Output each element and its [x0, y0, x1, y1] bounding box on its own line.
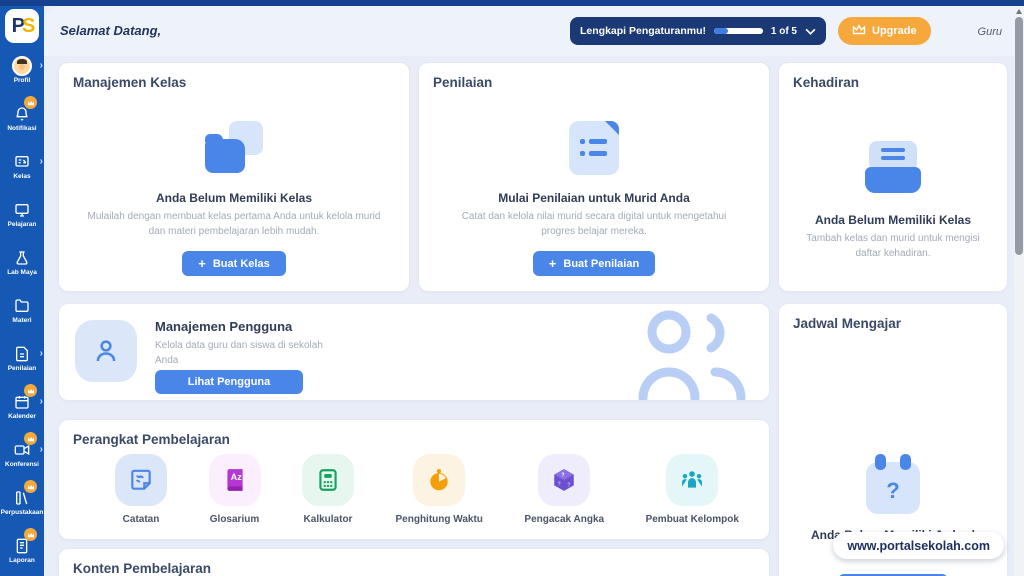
card-penilaian: Penilaian Mulai Penilaian untuk Murid An… — [418, 62, 770, 292]
profile-avatar — [12, 57, 32, 75]
attendance-tray-icon — [865, 141, 921, 193]
sidebar-item-notifikasi[interactable]: Notifikasi — [0, 100, 44, 136]
schedule-question-icon: ? — [866, 462, 920, 514]
chevron-right-icon: › — [40, 156, 43, 167]
top-accent-strip — [0, 0, 1024, 6]
sidebar: PS › Profil Notifikasi › Kelas Pelajaran — [0, 0, 44, 576]
premium-crown-badge — [24, 96, 37, 109]
glossary-icon: Az — [209, 454, 261, 506]
sidebar-item-laporan[interactable]: Laporan — [0, 532, 44, 568]
premium-crown-badge — [24, 480, 37, 493]
upgrade-label: Upgrade — [872, 25, 917, 37]
tools-row: Catatan Az Glosarium Kalkulator Penghitu… — [115, 454, 739, 525]
lihat-pengguna-button[interactable]: Lihat Pengguna — [155, 370, 303, 394]
setup-progress-fill — [714, 28, 728, 34]
card-manajemen-pengguna: Manajemen Pengguna Kelola data guru dan … — [58, 303, 770, 401]
sidebar-item-profil[interactable]: › Profil — [0, 52, 44, 88]
upgrade-button[interactable]: Upgrade — [838, 17, 931, 45]
card-title: Perangkat Pembelajaran — [73, 432, 230, 447]
question-mark-glyph: ? — [886, 478, 899, 504]
empty-state-description: Mulailah dengan membuat kelas pertama An… — [59, 210, 409, 239]
premium-crown-badge — [24, 432, 37, 445]
logo-letter-p: P — [12, 15, 22, 38]
sidebar-item-materi[interactable]: Materi — [0, 292, 44, 328]
monitor-icon — [14, 201, 30, 219]
sidebar-item-penilaian[interactable]: › Penilaian — [0, 340, 44, 376]
sidebar-item-kalender[interactable]: › Kalender — [0, 388, 44, 424]
card-perangkat-pembelajaran: Perangkat Pembelajaran Catatan Az Glosar… — [58, 419, 770, 540]
welcome-text: Selamat Datang, — [60, 23, 161, 38]
card-title: Konten Pembelajaran — [73, 561, 211, 576]
flask-icon — [14, 249, 30, 267]
notes-icon — [115, 454, 167, 506]
chevron-right-icon: › — [40, 348, 43, 359]
plus-icon: + — [198, 257, 206, 270]
card-konten-pembelajaran: Konten Pembelajaran — [58, 548, 770, 576]
card-description: Kelola data guru dan siswa di sekolah An… — [155, 338, 345, 368]
classroom-board-icon — [14, 153, 30, 171]
card-manajemen-kelas: Manajemen Kelas Anda Belum Memiliki Kela… — [58, 62, 410, 292]
sidebar-item-perpustakaan[interactable]: Perpustakaan — [0, 484, 44, 520]
assessment-file-icon — [14, 345, 30, 363]
empty-state-description: Tambah kelas dan murid untuk mengisi daf… — [779, 232, 1007, 261]
setup-progress-count: 1 of 5 — [771, 26, 797, 37]
folder-icon — [14, 297, 30, 315]
card-title: Manajemen Kelas — [73, 75, 186, 90]
tool-kalkulator[interactable]: Kalkulator — [302, 454, 354, 525]
svg-text:?: ? — [562, 472, 565, 478]
sidebar-nav: › Profil Notifikasi › Kelas Pelajaran La… — [0, 52, 44, 568]
tool-pembuat-kelompok[interactable]: Pembuat Kelompok — [646, 454, 739, 525]
vertical-scrollbar[interactable] — [1014, 6, 1024, 576]
setup-progress-bar — [714, 28, 763, 34]
chevron-down-icon[interactable] — [805, 22, 816, 40]
site-watermark: www.portalsekolah.com — [833, 532, 1004, 559]
empty-state-heading: Mulai Penilaian untuk Murid Anda — [498, 191, 690, 205]
dice-icon: ??? — [538, 454, 590, 506]
assessment-document-icon — [569, 121, 619, 175]
calculator-icon — [302, 454, 354, 506]
empty-state-heading: Anda Belum Memiliki Kelas — [156, 191, 312, 205]
svg-text:Az: Az — [230, 472, 242, 482]
portal-sekolah-dashboard: PS › Profil Notifikasi › Kelas Pelajaran — [0, 0, 1024, 576]
group-maker-icon — [666, 454, 718, 506]
plus-icon: + — [549, 257, 557, 270]
buat-penilaian-button[interactable]: +Buat Penilaian — [533, 251, 655, 276]
crown-icon — [852, 24, 866, 38]
sidebar-item-lab-maya[interactable]: Lab Maya — [0, 244, 44, 280]
sidebar-item-konferensi[interactable]: › Konferensi — [0, 436, 44, 472]
timer-icon — [413, 454, 465, 506]
sidebar-item-kelas[interactable]: › Kelas — [0, 148, 44, 184]
header: Selamat Datang, Lengkapi Pengaturanmu! 1… — [44, 6, 1024, 56]
setup-banner-label: Lengkapi Pengaturanmu! — [580, 25, 706, 37]
buat-kelas-button[interactable]: +Buat Kelas — [182, 251, 285, 276]
card-kehadiran: Kehadiran Anda Belum Memiliki Kelas Tamb… — [778, 62, 1008, 292]
portal-sekolah-logo[interactable]: PS — [5, 9, 39, 43]
chevron-right-icon: › — [40, 60, 43, 71]
empty-state-heading: Anda Belum Memiliki Kelas — [815, 213, 971, 227]
scrollbar-thumb[interactable] — [1015, 17, 1023, 255]
tool-pengacak-angka[interactable]: ??? Pengacak Angka — [524, 454, 604, 525]
setup-progress-banner[interactable]: Lengkapi Pengaturanmu! 1 of 5 — [570, 17, 826, 45]
svg-text:?: ? — [558, 481, 561, 487]
premium-crown-badge — [24, 384, 37, 397]
empty-state-description: Catat dan kelola nilai murid secara digi… — [419, 210, 769, 239]
svg-text:?: ? — [567, 483, 570, 489]
class-folder-icon — [205, 121, 263, 173]
tool-glosarium[interactable]: Az Glosarium — [209, 454, 261, 525]
chevron-right-icon: › — [40, 396, 43, 407]
card-title: Manajemen Pengguna — [155, 319, 292, 334]
user-role-label: Guru — [978, 26, 1002, 38]
chevron-right-icon: › — [40, 444, 43, 455]
user-management-icon — [75, 320, 137, 382]
tool-catatan[interactable]: Catatan — [115, 454, 167, 525]
premium-crown-badge — [24, 528, 37, 541]
tool-penghitung-waktu[interactable]: Penghitung Waktu — [396, 454, 483, 525]
card-title: Jadwal Mengajar — [793, 316, 901, 331]
logo-letter-s: S — [22, 15, 32, 38]
people-decoration-graphic — [631, 306, 751, 401]
scroll-up-arrow-icon[interactable] — [1016, 9, 1022, 14]
card-title: Kehadiran — [793, 75, 859, 90]
card-title: Penilaian — [433, 75, 492, 90]
sidebar-item-pelajaran[interactable]: Pelajaran — [0, 196, 44, 232]
